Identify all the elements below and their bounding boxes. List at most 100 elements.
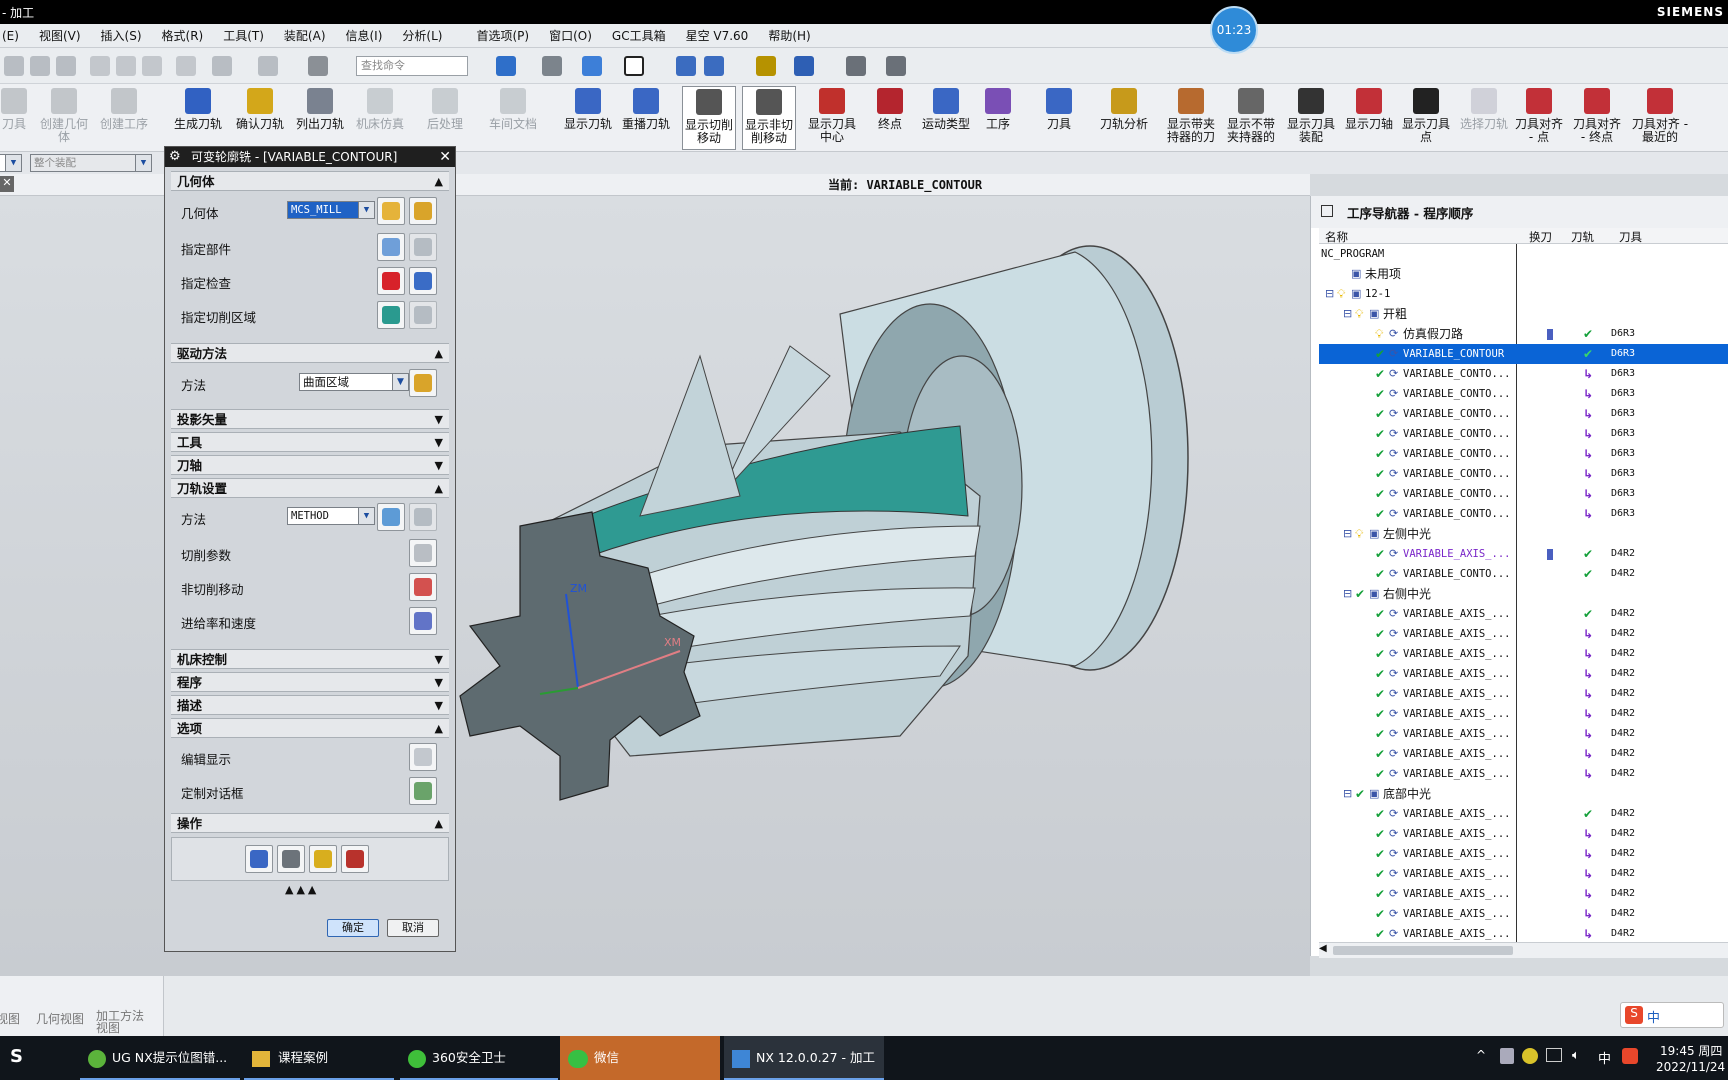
cut-icon[interactable] <box>90 56 110 76</box>
snap-icon[interactable] <box>676 56 696 76</box>
menu-item[interactable]: 帮助(H) <box>758 27 820 44</box>
measure-icon[interactable] <box>886 56 906 76</box>
ribbon-button-1[interactable]: 创建几何体 <box>36 86 92 150</box>
close-icon[interactable]: ✕ <box>439 147 451 167</box>
cut-area-icon[interactable] <box>377 301 405 329</box>
operation-row[interactable]: ✔ ⟳ VARIABLE_AXIS_... ✔ D4R2 <box>1319 804 1728 824</box>
open-icon[interactable] <box>4 56 24 76</box>
ribbon-button-18[interactable]: 刀轨分析 <box>1094 86 1154 150</box>
verify-path-icon[interactable] <box>309 845 337 873</box>
delete-icon[interactable] <box>176 56 196 76</box>
fit-view-icon[interactable] <box>496 56 516 76</box>
ribbon-button-8[interactable]: 车间文档 <box>478 86 548 150</box>
operation-row[interactable]: ✔ ⟳ VARIABLE_AXIS_... ↳ D4R2 <box>1319 764 1728 784</box>
section-actions[interactable]: 操作 ▲ <box>171 813 449 833</box>
scroll-left-icon[interactable]: ◀ <box>1319 943 1327 954</box>
ime-indicator[interactable]: 中 <box>1598 1048 1611 1067</box>
analysis-icon[interactable] <box>756 56 776 76</box>
antivirus-icon[interactable] <box>1522 1048 1538 1064</box>
operation-row[interactable]: ✔ ⟳ VARIABLE_AXIS_... ✔ D4R2 <box>1319 544 1728 564</box>
operation-row[interactable]: ✔ ⟳ VARIABLE_CONTO... ↳ D6R3 <box>1319 424 1728 444</box>
operation-row[interactable]: ✔ ⟳ VARIABLE_AXIS_... ↳ D4R2 <box>1319 864 1728 884</box>
cube-view-icon[interactable] <box>582 56 602 76</box>
operation-row[interactable]: ✔ ⟳ VARIABLE_AXIS_... ↳ D4R2 <box>1319 644 1728 664</box>
tray-chevron-icon[interactable]: ^ <box>1476 1048 1486 1062</box>
sogou-tray-icon[interactable] <box>1622 1048 1638 1064</box>
ok-button[interactable]: 确定 <box>327 919 379 937</box>
ribbon-button-4[interactable]: 确认刀轨 <box>232 86 288 150</box>
method-icon[interactable] <box>377 503 405 531</box>
program-group-row[interactable]: ⊟ 💡︎ ▣ 左侧中光 <box>1319 524 1728 544</box>
folder-icon[interactable] <box>30 56 50 76</box>
list-path-icon[interactable] <box>341 845 369 873</box>
ribbon-button-20[interactable]: 显示不带夹持器的 <box>1222 86 1280 150</box>
noncut-moves-icon[interactable] <box>409 573 437 601</box>
expand-icon[interactable]: ⊟ <box>1325 284 1334 304</box>
ribbon-button-3[interactable]: 生成刀轨 <box>168 86 228 150</box>
operation-row[interactable]: ✔ ⟳ VARIABLE_CONTO... ↳ D6R3 <box>1319 504 1728 524</box>
ribbon-button-27[interactable]: 刀具对齐 - 最近的 <box>1630 86 1690 150</box>
operation-row[interactable]: ✔ ⟳ VARIABLE_CONTO... ↳ D6R3 <box>1319 444 1728 464</box>
scroll-thumb[interactable] <box>1333 946 1513 955</box>
operation-row[interactable]: ✔ ⟳ VARIABLE_CONTO... ↳ D6R3 <box>1319 404 1728 424</box>
operation-row[interactable]: ✔ ⟳ VARIABLE_AXIS_... ✔ D4R2 <box>1319 604 1728 624</box>
custom-dialog-icon[interactable] <box>409 777 437 805</box>
operation-row[interactable]: ✔ ⟳ VARIABLE_AXIS_... ↳ D4R2 <box>1319 624 1728 644</box>
edit-geometry-icon[interactable] <box>409 197 437 225</box>
mic-icon[interactable] <box>1500 1048 1514 1064</box>
operation-row[interactable]: ✔ ⟳ VARIABLE_AXIS_... ↳ D4R2 <box>1319 884 1728 904</box>
menu-item[interactable]: 工具(T) <box>213 27 274 44</box>
column-toolpath[interactable]: 刀轨 <box>1571 229 1594 245</box>
paste-icon[interactable] <box>142 56 162 76</box>
flashlight-icon[interactable] <box>409 267 437 295</box>
taskbar-item-wechat[interactable]: 微信 <box>560 1036 720 1080</box>
program-group-row[interactable]: ⊟ 💡︎ ▣ 开粗 <box>1319 304 1728 324</box>
point-filter-icon[interactable] <box>846 56 866 76</box>
cut-params-icon[interactable] <box>409 539 437 567</box>
operation-row[interactable]: ✔ ⟳ VARIABLE_AXIS_... ↳ D4R2 <box>1319 744 1728 764</box>
section-tool[interactable]: 工具 ▼ <box>171 432 449 452</box>
section-program[interactable]: 程序 ▼ <box>171 672 449 692</box>
ribbon-button-19[interactable]: 显示带夹持器的刀 <box>1162 86 1220 150</box>
operation-row[interactable]: ✔ ⟳ VARIABLE_CONTO... ↳ D6R3 <box>1319 464 1728 484</box>
section-path-settings[interactable]: 刀轨设置 ▲ <box>171 478 449 498</box>
menu-edit[interactable]: (E) <box>0 29 29 43</box>
ribbon-button-9[interactable]: 显示刀轨 <box>562 86 614 150</box>
ribbon-button-7[interactable]: 后处理 <box>420 86 470 150</box>
operation-row[interactable]: ✔ ⟳ VARIABLE_CONTO... ↳ D6R3 <box>1319 384 1728 404</box>
filter-dropdown[interactable]: ▼ <box>0 154 22 172</box>
ribbon-button-13[interactable]: 显示刀具中心 <box>804 86 860 150</box>
operation-row[interactable]: ✔ ⟳ VARIABLE_AXIS_... ↳ D4R2 <box>1319 704 1728 724</box>
ribbon-button-24[interactable]: 选择刀轨 <box>1458 86 1510 150</box>
menu-item[interactable]: GC工具箱 <box>602 27 676 44</box>
section-tool-axis[interactable]: 刀轴 ▼ <box>171 455 449 475</box>
save-icon[interactable] <box>56 56 76 76</box>
menu-item[interactable]: 信息(I) <box>336 27 393 44</box>
operation-row[interactable]: ✔ ⟳ VARIABLE_AXIS_... ↳ D4R2 <box>1319 664 1728 684</box>
geometry-select[interactable]: MCS_MILL ▼ <box>287 201 375 219</box>
copy-icon[interactable] <box>116 56 136 76</box>
replay-path-icon[interactable] <box>277 845 305 873</box>
taskbar-item-ug-tip[interactable]: UG NX提示位图错... <box>80 1036 240 1080</box>
ribbon-button-6[interactable]: 机床仿真 <box>352 86 408 150</box>
column-tool[interactable]: 刀具 <box>1619 229 1642 245</box>
method-view-tab[interactable]: 加工方法视图 <box>96 1010 152 1034</box>
operation-row[interactable]: ✔ ⟳ VARIABLE_AXIS_... ↳ D4R2 <box>1319 724 1728 744</box>
menu-item[interactable]: 分析(L) <box>392 27 452 44</box>
menu-item[interactable]: 插入(S) <box>91 27 152 44</box>
section-options[interactable]: 选项 ▲ <box>171 718 449 738</box>
program-group-row[interactable]: ⊟ ✔ ▣ 右侧中光 <box>1319 584 1728 604</box>
method-select[interactable]: METHOD ▼ <box>287 507 375 525</box>
geometry-view-tab[interactable]: 几何视图 <box>36 1010 84 1027</box>
ribbon-button-16[interactable]: 工序 <box>974 86 1022 150</box>
edit-drive-icon[interactable] <box>409 369 437 397</box>
flashlight-icon[interactable] <box>409 301 437 329</box>
part-icon[interactable] <box>377 233 405 261</box>
ribbon-button-22[interactable]: 显示刀轴 <box>1344 86 1394 150</box>
section-description[interactable]: 描述 ▼ <box>171 695 449 715</box>
section-geometry[interactable]: 几何体 ▲ <box>171 171 449 191</box>
edit-method-icon[interactable] <box>409 503 437 531</box>
section-machine-control[interactable]: 机床控制 ▼ <box>171 649 449 669</box>
taskbar-item-nx[interactable]: NX 12.0.0.27 - 加工 <box>724 1036 884 1080</box>
pin-icon[interactable] <box>1321 205 1333 217</box>
